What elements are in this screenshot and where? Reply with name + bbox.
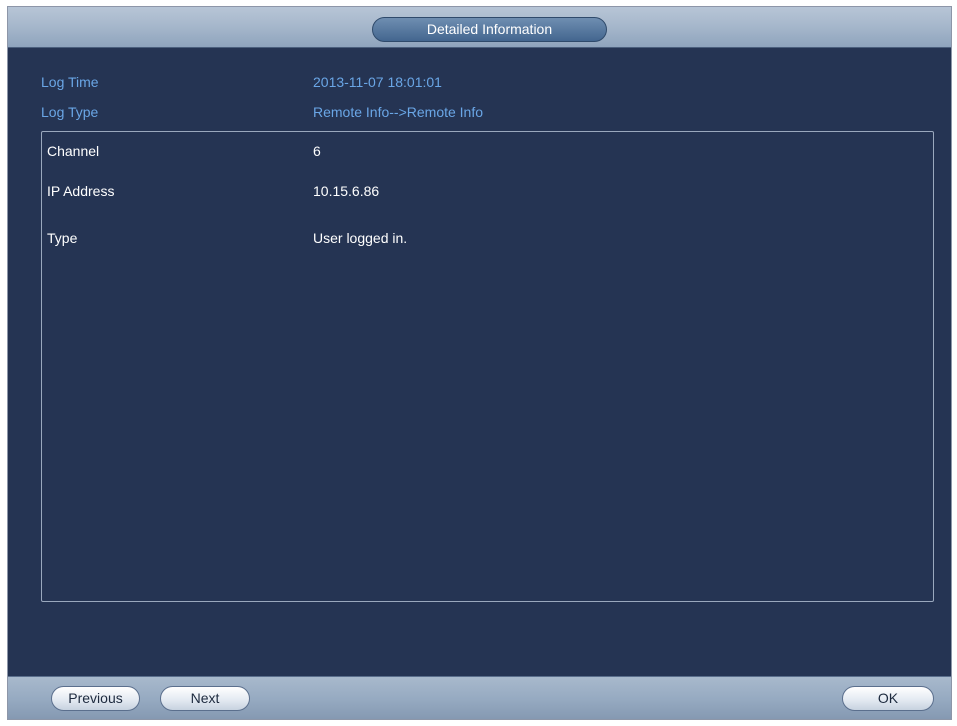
channel-value: 6 [313,143,321,159]
log-type-value: Remote Info-->Remote Info [313,104,484,120]
next-button[interactable]: Next [160,686,250,711]
previous-button[interactable]: Previous [51,686,140,711]
title-bar: Detailed Information [8,7,951,48]
detail-list-box: Channel 6 IP Address 10.15.6.86 Type Use… [41,131,934,602]
button-bar: Previous Next OK [8,676,951,719]
detailed-information-dialog: Detailed Information Log Time 2013-11-07… [7,6,952,720]
log-time-value: 2013-11-07 18:01:01 [313,74,442,90]
ip-address-value: 10.15.6.86 [313,183,380,199]
ip-address-label: IP Address [47,183,115,199]
channel-label: Channel [47,143,100,159]
type-label: Type [47,230,78,246]
log-type-label: Log Type [41,104,99,120]
log-time-label: Log Time [41,74,99,90]
type-value: User logged in. [313,230,408,246]
dialog-title: Detailed Information [372,17,607,42]
ok-button[interactable]: OK [842,686,934,711]
